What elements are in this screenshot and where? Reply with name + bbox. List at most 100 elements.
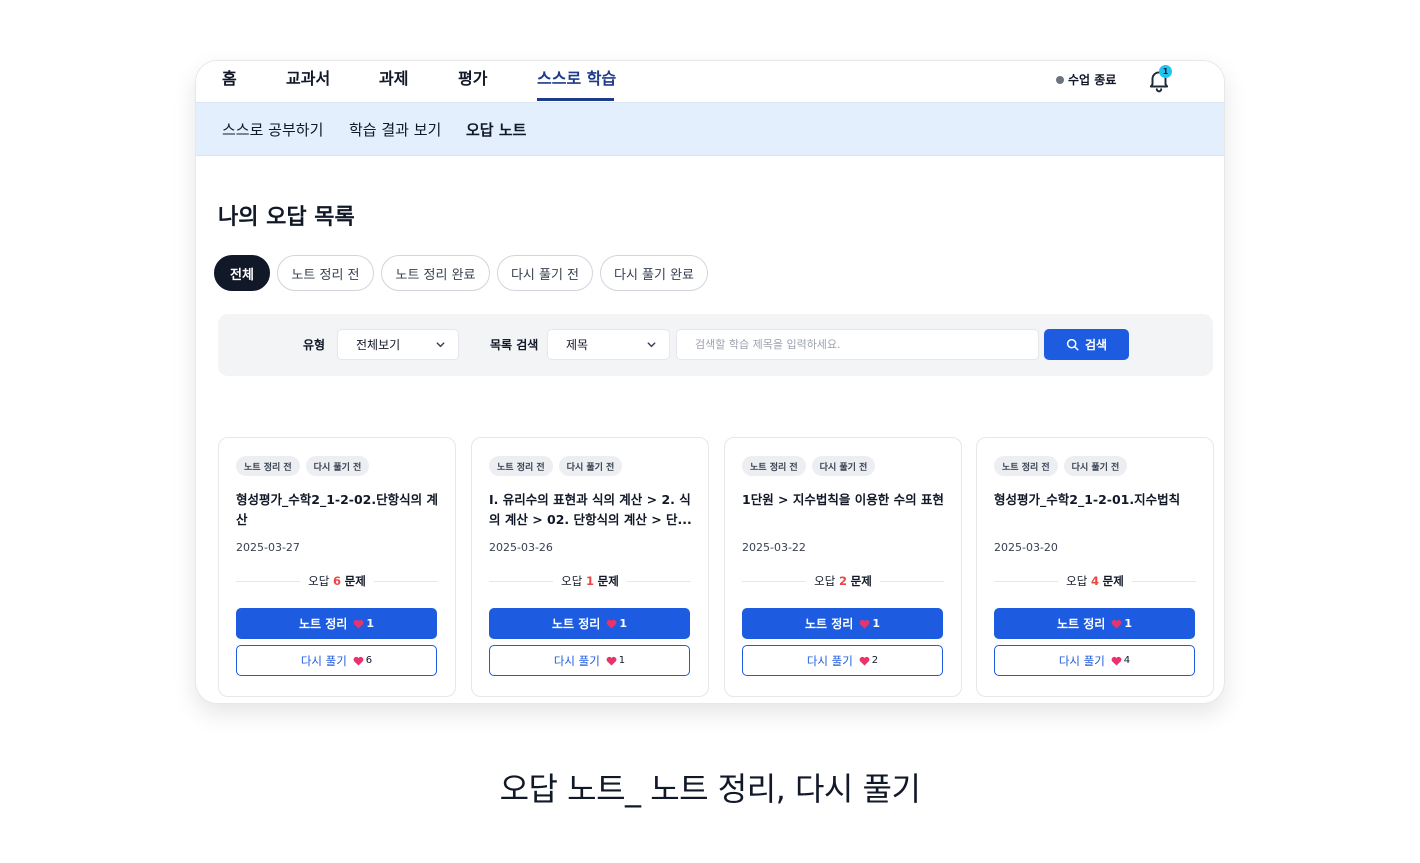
chevron-down-icon bbox=[436, 342, 445, 348]
search-button[interactable]: 검색 bbox=[1044, 329, 1129, 360]
wrong-count: 4 bbox=[1090, 574, 1099, 588]
wrong-count: 2 bbox=[838, 574, 847, 588]
heart-icon bbox=[859, 619, 870, 629]
retry-button[interactable]: 다시 풀기 1 bbox=[489, 645, 690, 676]
status-tag: 노트 정리 전 bbox=[994, 456, 1058, 476]
retry-button[interactable]: 다시 풀기 2 bbox=[742, 645, 943, 676]
subnav-item-wrong-note[interactable]: 오답 노트 bbox=[466, 120, 526, 140]
scope-select-value: 제목 bbox=[566, 338, 589, 352]
heart-icon bbox=[353, 656, 364, 666]
app-window: 홈 교과서 과제 평가 스스로 학습 수업 종료 1 스스로 공부하기 학습 결… bbox=[195, 60, 1225, 704]
heart-icon bbox=[606, 656, 617, 666]
card-title[interactable]: 1단원 > 지수법칙을 이용한 수의 표현 bbox=[742, 490, 947, 510]
search-icon bbox=[1066, 338, 1079, 351]
wrong-count-row: 오답 2 문제 bbox=[742, 573, 944, 589]
wrong-prefix: 오답 bbox=[814, 574, 836, 588]
wrong-note-card: 노트 정리 전 다시 풀기 전 I. 유리수의 표현과 식의 계산 > 2. 식… bbox=[471, 437, 709, 697]
wrong-unit: 문제 bbox=[1102, 574, 1124, 588]
top-navigation: 홈 교과서 과제 평가 스스로 학습 수업 종료 1 bbox=[196, 61, 1224, 102]
note-button-label: 노트 정리 bbox=[805, 617, 854, 631]
status-tag: 노트 정리 전 bbox=[489, 456, 553, 476]
wrong-count-row: 오답 6 문제 bbox=[236, 573, 438, 589]
class-status[interactable]: 수업 종료 bbox=[1056, 71, 1116, 88]
nav-item-textbook[interactable]: 교과서 bbox=[286, 69, 330, 89]
heart-icon bbox=[1111, 656, 1122, 666]
note-button[interactable]: 노트 정리 1 bbox=[489, 608, 690, 639]
active-nav-underline bbox=[537, 98, 614, 101]
notification-badge: 1 bbox=[1159, 65, 1172, 78]
scope-select[interactable]: 제목 bbox=[547, 329, 670, 360]
card-date: 2025-03-27 bbox=[236, 541, 300, 554]
card-date: 2025-03-20 bbox=[994, 541, 1058, 554]
status-dot-icon bbox=[1056, 75, 1064, 84]
note-like-count: 1 bbox=[366, 617, 374, 630]
heart-icon bbox=[353, 619, 364, 629]
retry-button[interactable]: 다시 풀기 6 bbox=[236, 645, 437, 676]
filter-note-before[interactable]: 노트 정리 전 bbox=[277, 255, 374, 291]
retry-button-label: 다시 풀기 bbox=[553, 653, 600, 668]
nav-item-assignment[interactable]: 과제 bbox=[379, 69, 408, 89]
scope-label: 목록 검색 bbox=[490, 338, 539, 352]
search-panel: 유형 전체보기 목록 검색 제목 검색 bbox=[218, 314, 1213, 376]
note-like-count: 1 bbox=[619, 617, 627, 630]
wrong-prefix: 오답 bbox=[308, 574, 330, 588]
status-tag: 다시 풀기 전 bbox=[811, 456, 876, 476]
page-title: 나의 오답 목록 bbox=[218, 205, 355, 230]
card-date: 2025-03-26 bbox=[489, 541, 553, 554]
type-select-value: 전체보기 bbox=[356, 338, 401, 352]
retry-like-count: 2 bbox=[871, 655, 879, 666]
heart-icon bbox=[859, 656, 870, 666]
card-title[interactable]: I. 유리수의 표현과 식의 계산 > 2. 식의 계산 > 02. 단항식의 … bbox=[489, 490, 694, 530]
subnav-item-results[interactable]: 학습 결과 보기 bbox=[349, 120, 441, 140]
wrong-note-card: 노트 정리 전 다시 풀기 전 형성평가_수학2_1-2-01.지수법칙 202… bbox=[976, 437, 1214, 697]
nav-item-home[interactable]: 홈 bbox=[222, 69, 237, 89]
card-title[interactable]: 형성평가_수학2_1-2-02.단항식의 계산 bbox=[236, 490, 441, 530]
wrong-count-row: 오답 1 문제 bbox=[489, 573, 691, 589]
note-button-label: 노트 정리 bbox=[552, 617, 601, 631]
type-label: 유형 bbox=[303, 338, 326, 352]
retry-like-count: 1 bbox=[618, 655, 626, 666]
wrong-note-card: 노트 정리 전 다시 풀기 전 형성평가_수학2_1-2-02.단항식의 계산 … bbox=[218, 437, 456, 697]
wrong-note-card: 노트 정리 전 다시 풀기 전 1단원 > 지수법칙을 이용한 수의 표현 20… bbox=[724, 437, 962, 697]
wrong-unit: 문제 bbox=[344, 574, 366, 588]
wrong-prefix: 오답 bbox=[561, 574, 583, 588]
filter-note-done[interactable]: 노트 정리 완료 bbox=[381, 255, 490, 291]
wrong-unit: 문제 bbox=[850, 574, 872, 588]
retry-button[interactable]: 다시 풀기 4 bbox=[994, 645, 1195, 676]
note-like-count: 1 bbox=[872, 617, 880, 630]
wrong-count: 6 bbox=[332, 574, 341, 588]
retry-like-count: 6 bbox=[365, 655, 373, 666]
status-tag: 노트 정리 전 bbox=[742, 456, 806, 476]
card-title[interactable]: 형성평가_수학2_1-2-01.지수법칙 bbox=[994, 490, 1199, 510]
search-button-label: 검색 bbox=[1084, 338, 1108, 352]
filter-retry-done[interactable]: 다시 풀기 완료 bbox=[600, 255, 708, 291]
wrong-count: 1 bbox=[585, 574, 594, 588]
filter-all[interactable]: 전체 bbox=[214, 255, 270, 291]
retry-like-count: 4 bbox=[1123, 655, 1131, 666]
wrong-prefix: 오답 bbox=[1066, 574, 1088, 588]
card-date: 2025-03-22 bbox=[742, 541, 806, 554]
retry-button-label: 다시 풀기 bbox=[300, 653, 347, 668]
class-status-label: 수업 종료 bbox=[1068, 73, 1117, 87]
filter-retry-before[interactable]: 다시 풀기 전 bbox=[497, 255, 593, 291]
nav-item-assessment[interactable]: 평가 bbox=[458, 69, 487, 89]
sub-navigation: 스스로 공부하기 학습 결과 보기 오답 노트 bbox=[196, 102, 1224, 156]
note-button[interactable]: 노트 정리 1 bbox=[994, 608, 1195, 639]
note-button[interactable]: 노트 정리 1 bbox=[236, 608, 437, 639]
retry-button-label: 다시 풀기 bbox=[806, 653, 853, 668]
caption: 오답 노트_ 노트 정리, 다시 풀기 bbox=[499, 770, 921, 808]
status-tag: 노트 정리 전 bbox=[236, 456, 300, 476]
search-input[interactable] bbox=[676, 329, 1039, 360]
heart-icon bbox=[1111, 619, 1122, 629]
subnav-item-self-study[interactable]: 스스로 공부하기 bbox=[222, 120, 323, 140]
status-tag: 다시 풀기 전 bbox=[558, 456, 623, 476]
chevron-down-icon bbox=[647, 342, 656, 348]
note-button[interactable]: 노트 정리 1 bbox=[742, 608, 943, 639]
nav-item-self-study[interactable]: 스스로 학습 bbox=[537, 69, 616, 89]
wrong-count-row: 오답 4 문제 bbox=[994, 573, 1196, 589]
status-tag: 다시 풀기 전 bbox=[1063, 456, 1128, 476]
retry-button-label: 다시 풀기 bbox=[1058, 653, 1105, 668]
note-button-label: 노트 정리 bbox=[299, 617, 348, 631]
note-button-label: 노트 정리 bbox=[1057, 617, 1106, 631]
type-select[interactable]: 전체보기 bbox=[337, 329, 459, 360]
